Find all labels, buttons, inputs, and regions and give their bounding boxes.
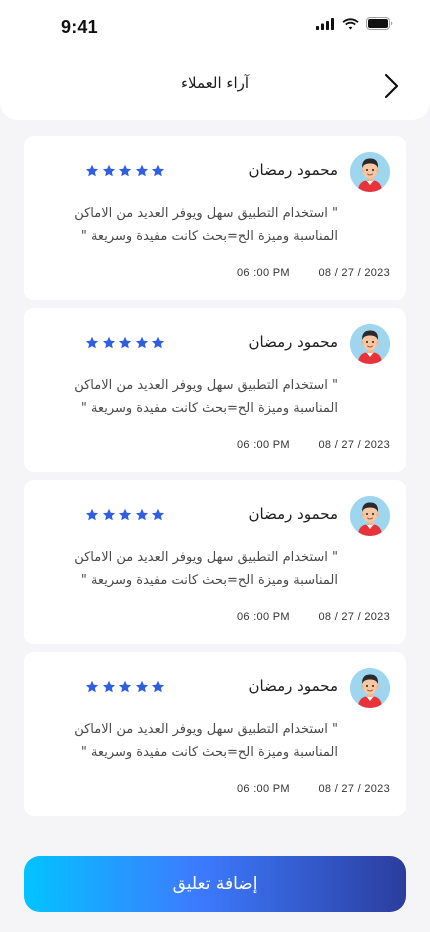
avatar [350, 324, 390, 364]
status-bar: 9:41 [0, 0, 430, 56]
rating-stars [85, 680, 165, 694]
avatar [350, 152, 390, 192]
star-icon [118, 164, 132, 177]
star-icon [85, 680, 99, 693]
header: آراء العملاء [0, 56, 430, 120]
review-date: 08 / 27 / 2023 [318, 611, 390, 623]
review-card: محمود رمضان " استخدام التطبيق سهل ويوفر … [24, 652, 406, 816]
status-icons [316, 17, 393, 30]
wifi-icon [342, 17, 359, 29]
back-button[interactable] [382, 72, 402, 100]
reviewer-name: محمود رمضان [248, 677, 338, 695]
page-title: آراء العملاء [180, 74, 250, 92]
review-date: 08 / 27 / 2023 [318, 439, 390, 451]
rating-stars [85, 508, 165, 522]
star-icon [151, 164, 165, 177]
avatar-illustration [350, 668, 390, 708]
signal-icon [316, 17, 334, 30]
review-text: " استخدام التطبيق سهل ويوفر العديد من ال… [74, 206, 338, 244]
status-time: 9:41 [61, 17, 98, 37]
review-time: 06 :00 PM [237, 611, 290, 623]
avatar [350, 668, 390, 708]
star-icon [85, 508, 99, 521]
review-text: " استخدام التطبيق سهل ويوفر العديد من ال… [74, 722, 338, 760]
reviewer-name: محمود رمضان [248, 161, 338, 179]
review-text: " استخدام التطبيق سهل ويوفر العديد من ال… [74, 378, 338, 416]
review-card: محمود رمضان " استخدام التطبيق سهل ويوفر … [24, 136, 406, 300]
review-date: 08 / 27 / 2023 [318, 267, 390, 279]
star-icon [118, 508, 132, 521]
review-time: 06 :00 PM [237, 783, 290, 795]
rating-stars [85, 336, 165, 350]
reviewer-name: محمود رمضان [248, 505, 338, 523]
star-icon [118, 680, 132, 693]
review-time: 06 :00 PM [237, 267, 290, 279]
star-icon [102, 680, 115, 693]
star-icon [118, 336, 132, 349]
star-icon [135, 508, 148, 521]
star-icon [135, 680, 148, 693]
star-icon [102, 164, 115, 177]
review-date: 08 / 27 / 2023 [318, 783, 390, 795]
avatar-illustration [350, 496, 390, 536]
avatar [350, 496, 390, 536]
review-time: 06 :00 PM [237, 439, 290, 451]
avatar-illustration [350, 324, 390, 364]
rating-stars [85, 164, 165, 178]
review-text: " استخدام التطبيق سهل ويوفر العديد من ال… [74, 550, 338, 588]
star-icon [151, 680, 165, 693]
review-card: محمود رمضان " استخدام التطبيق سهل ويوفر … [24, 308, 406, 472]
star-icon [102, 508, 115, 521]
avatar-illustration [350, 152, 390, 192]
star-icon [85, 164, 99, 177]
star-icon [151, 336, 165, 349]
reviews-list: محمود رمضان " استخدام التطبيق سهل ويوفر … [24, 136, 406, 824]
reviewer-name: محمود رمضان [248, 333, 338, 351]
chevron-right-icon [384, 73, 399, 99]
star-icon [135, 336, 148, 349]
star-icon [102, 336, 115, 349]
star-icon [85, 336, 99, 349]
review-card: محمود رمضان " استخدام التطبيق سهل ويوفر … [24, 480, 406, 644]
add-comment-button[interactable]: إضافة تعليق [24, 856, 406, 912]
star-icon [151, 508, 165, 521]
battery-icon [366, 17, 393, 30]
star-icon [135, 164, 148, 177]
